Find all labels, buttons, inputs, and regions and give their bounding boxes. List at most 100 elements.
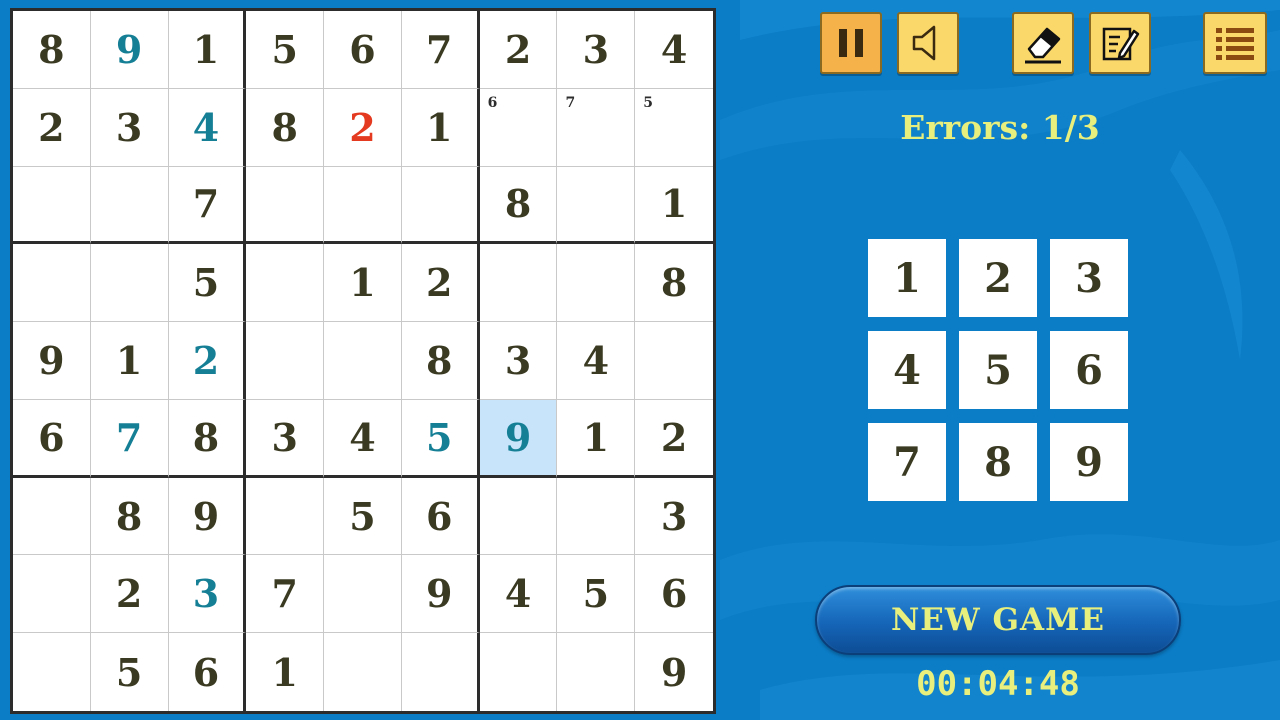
sudoku-cell[interactable]: 5 <box>324 477 402 556</box>
sudoku-cell[interactable] <box>13 555 91 634</box>
number-key-9[interactable]: 9 <box>1050 423 1128 501</box>
sudoku-cell[interactable] <box>246 477 325 556</box>
sudoku-cell[interactable]: 8 <box>401 322 480 400</box>
sudoku-cell[interactable]: 2 <box>168 322 247 400</box>
sudoku-cell[interactable]: 1 <box>557 399 636 478</box>
sudoku-cell[interactable]: 9 <box>479 399 558 478</box>
number-key-6[interactable]: 6 <box>1050 331 1128 409</box>
notes-button[interactable] <box>1089 12 1151 74</box>
sudoku-cell[interactable]: 1 <box>401 88 480 167</box>
sudoku-cell[interactable] <box>401 166 480 245</box>
eraser-icon <box>1025 27 1061 64</box>
sudoku-cell[interactable] <box>13 633 91 711</box>
sudoku-cell[interactable] <box>246 166 325 245</box>
sudoku-cell[interactable]: 9 <box>13 322 91 400</box>
number-key-2[interactable]: 2 <box>959 239 1037 317</box>
sudoku-cell[interactable] <box>402 633 480 711</box>
sudoku-cell[interactable]: 2 <box>90 555 169 634</box>
sudoku-cell[interactable]: 4 <box>324 399 402 478</box>
sudoku-cell[interactable] <box>479 244 558 323</box>
sudoku-cell[interactable]: 6 <box>635 555 713 634</box>
sudoku-cell[interactable]: 5 <box>168 244 247 323</box>
sound-button[interactable] <box>897 12 959 74</box>
new-game-button[interactable]: NEW GAME <box>815 585 1181 655</box>
game-timer: 00:04:48 <box>916 664 1080 704</box>
sudoku-cell[interactable] <box>557 244 636 323</box>
sudoku-cell[interactable]: 3 <box>479 322 558 400</box>
sudoku-cell[interactable]: 8 <box>246 88 325 167</box>
sudoku-cell[interactable]: 2 <box>479 11 558 89</box>
sudoku-cell[interactable]: 7 <box>401 11 480 89</box>
sudoku-cell[interactable]: 6 <box>401 477 480 556</box>
sudoku-cell[interactable]: 3 <box>246 399 325 478</box>
sudoku-cell[interactable] <box>90 166 169 245</box>
menu-button[interactable] <box>1203 12 1267 74</box>
sudoku-cell[interactable] <box>557 477 636 556</box>
sudoku-cell[interactable] <box>246 244 325 323</box>
sudoku-cell[interactable]: 4 <box>168 88 247 167</box>
sudoku-cell[interactable]: 6 <box>169 633 247 711</box>
sudoku-cell[interactable]: 2 <box>13 88 91 167</box>
sudoku-cell[interactable]: 4 <box>557 322 636 400</box>
number-key-7[interactable]: 7 <box>868 423 946 501</box>
sudoku-cell[interactable]: 3 <box>168 555 247 634</box>
sudoku-cell[interactable]: 3 <box>90 88 169 167</box>
sudoku-cell[interactable]: 6 <box>479 88 558 167</box>
sudoku-cell[interactable]: 1 <box>90 322 169 400</box>
sudoku-cell[interactable]: 2 <box>635 400 713 478</box>
sudoku-cell[interactable] <box>13 477 91 556</box>
errors-counter: Errors: 1/3 <box>900 108 1100 147</box>
sudoku-cell[interactable] <box>635 322 713 400</box>
sudoku-cell[interactable]: 9 <box>401 555 480 634</box>
number-key-5[interactable]: 5 <box>959 331 1037 409</box>
sudoku-cell[interactable]: 8 <box>168 399 247 478</box>
sudoku-cell[interactable]: 5 <box>91 633 169 711</box>
sudoku-cell[interactable]: 5 <box>557 555 636 634</box>
sudoku-cell[interactable]: 1 <box>246 633 325 711</box>
erase-button[interactable] <box>1012 12 1074 74</box>
sudoku-cell[interactable] <box>557 633 636 711</box>
sudoku-cell[interactable]: 8 <box>13 11 91 89</box>
sudoku-cell[interactable]: 2 <box>324 88 402 167</box>
sudoku-cell[interactable]: 7 <box>90 399 169 478</box>
sudoku-cell[interactable]: 1 <box>168 11 247 89</box>
sudoku-cell[interactable]: 7 <box>557 88 636 167</box>
sudoku-cell[interactable] <box>324 633 402 711</box>
sudoku-cell[interactable]: 4 <box>479 555 558 634</box>
sudoku-cell[interactable]: 1 <box>635 167 713 245</box>
sudoku-cell[interactable]: 6 <box>13 399 91 478</box>
pause-button[interactable] <box>820 12 882 74</box>
sudoku-cell[interactable]: 9 <box>168 477 247 556</box>
sudoku-cell[interactable]: 3 <box>635 478 713 556</box>
sudoku-cell[interactable] <box>557 166 636 245</box>
sudoku-cell[interactable]: 8 <box>635 244 713 323</box>
sudoku-cell[interactable]: 8 <box>90 477 169 556</box>
number-key-1[interactable]: 1 <box>868 239 946 317</box>
sudoku-cell[interactable]: 7 <box>246 555 325 634</box>
sudoku-cell[interactable]: 9 <box>635 633 713 711</box>
sudoku-cell[interactable] <box>480 633 558 711</box>
sudoku-cell[interactable] <box>324 166 402 245</box>
sudoku-cell[interactable]: 2 <box>401 244 480 323</box>
sudoku-cell[interactable]: 5 <box>246 11 325 89</box>
sudoku-cell[interactable]: 9 <box>90 11 169 89</box>
sudoku-cell[interactable]: 3 <box>557 11 636 89</box>
number-key-8[interactable]: 8 <box>959 423 1037 501</box>
sudoku-cell[interactable] <box>90 244 169 323</box>
sudoku-cell[interactable]: 1 <box>324 244 402 323</box>
number-key-3[interactable]: 3 <box>1050 239 1128 317</box>
sudoku-cell[interactable] <box>479 477 558 556</box>
number-key-4[interactable]: 4 <box>868 331 946 409</box>
sudoku-cell[interactable] <box>246 322 325 400</box>
sudoku-cell[interactable] <box>324 555 402 634</box>
sudoku-cell[interactable]: 4 <box>635 11 713 89</box>
sudoku-cell[interactable]: 5 <box>401 399 480 478</box>
sudoku-cell[interactable]: 6 <box>324 11 402 89</box>
sudoku-cell[interactable]: 5 <box>635 89 713 167</box>
sudoku-cell[interactable]: 8 <box>479 166 558 245</box>
sudoku-board: 8915672342348216757815128912834678345912… <box>10 8 716 714</box>
sudoku-cell[interactable]: 7 <box>168 166 247 245</box>
sudoku-cell[interactable] <box>324 322 402 400</box>
sudoku-cell[interactable] <box>13 166 91 245</box>
sudoku-cell[interactable] <box>13 244 91 323</box>
